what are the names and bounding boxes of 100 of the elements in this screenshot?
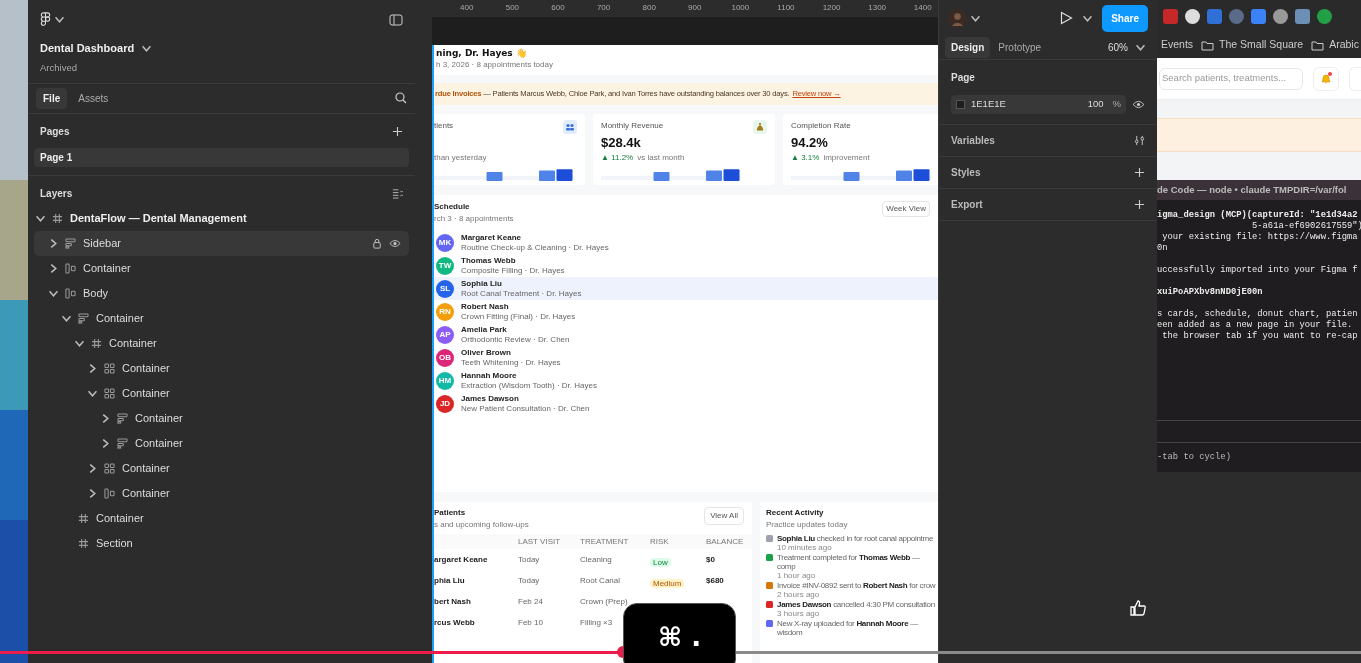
stat-note: improvement <box>823 152 870 164</box>
chevron-icon[interactable] <box>62 313 71 323</box>
like-button[interactable] <box>1127 597 1149 619</box>
panel-tab[interactable]: Assets <box>71 87 116 109</box>
chevron-icon[interactable] <box>88 463 97 473</box>
appointment-row[interactable]: RN Robert Nash Crown Fitting (Final) · Dr. Hayes <box>434 300 938 323</box>
chevron-icon[interactable] <box>49 263 58 273</box>
color-swatch[interactable] <box>956 100 965 109</box>
chevron-icon[interactable] <box>36 213 45 223</box>
chevron-icon[interactable] <box>1083 13 1093 23</box>
appointment-detail: Teeth Whitening · Dr. Hayes <box>461 357 561 368</box>
eye-icon[interactable] <box>1132 100 1145 109</box>
file-title[interactable]: Dental Dashboard <box>40 40 135 57</box>
logo-icon[interactable] <box>40 12 51 27</box>
ruler-label: 900 <box>687 2 703 14</box>
thumbs-up-icon <box>1129 599 1147 617</box>
layer-row[interactable]: Section <box>34 530 409 556</box>
chevron-icon[interactable] <box>49 288 58 298</box>
chevron-icon[interactable] <box>55 15 64 24</box>
search-icon[interactable] <box>395 92 407 105</box>
activity-time: 1 hour ago <box>777 571 817 580</box>
chevron-icon[interactable] <box>142 43 152 53</box>
plus-icon[interactable] <box>392 125 403 137</box>
layer-row[interactable]: Container <box>34 430 409 456</box>
fill-field[interactable]: 1E1E1E 100 % <box>951 95 1126 114</box>
layer-row[interactable]: Sidebar <box>34 230 409 256</box>
patient-avatar: JD <box>436 394 454 413</box>
lock-icon[interactable] <box>372 237 382 249</box>
patient-avatar: MK <box>436 233 454 252</box>
appointment-row[interactable]: SL Sophia Liu Root Canal Treatment · Dr. Hayes <box>434 277 938 300</box>
layer-row[interactable]: Container <box>34 480 409 506</box>
chevron-icon[interactable] <box>88 388 97 398</box>
variables-icon[interactable] <box>1134 135 1145 146</box>
bookmark[interactable]: The Small Square <box>1219 37 1304 53</box>
extension-icon[interactable] <box>1273 8 1288 24</box>
extension-icon[interactable] <box>1295 8 1310 24</box>
ruler-label: 1300 <box>867 2 888 14</box>
appointment-row[interactable]: OB Oliver Brown Teeth Whitening · Dr. Hayes <box>434 346 938 369</box>
patient-avatar: HM <box>436 371 454 390</box>
bookmark[interactable]: Arabic <box>1329 37 1359 53</box>
appointment-row[interactable]: TW Thomas Webb Composite Filling · Dr. Hayes <box>434 254 938 277</box>
collapse-layers-icon[interactable] <box>392 187 403 199</box>
frame-icon <box>91 337 102 349</box>
layer-row[interactable]: Container <box>34 330 409 356</box>
chevron-icon[interactable] <box>101 413 110 423</box>
layer-row[interactable]: Container <box>34 380 409 406</box>
patient-name: Hannah Moore <box>461 370 518 381</box>
page-item[interactable]: Page 1 <box>34 147 409 167</box>
table-cell-text: Root Canal <box>580 574 622 587</box>
panel-tab[interactable]: File <box>36 87 68 109</box>
opacity-unit: % <box>1112 97 1121 112</box>
plus-icon[interactable] <box>1134 167 1145 178</box>
extension-icon[interactable] <box>1317 8 1332 24</box>
week-view-button[interactable]: Week View <box>882 201 930 217</box>
folder-icon <box>1201 39 1215 51</box>
chevron-icon[interactable] <box>49 238 58 248</box>
stat-value: $28.4k <box>601 136 642 150</box>
table-cell-text: argaret Keane <box>434 553 489 566</box>
appointment-row[interactable]: JD James Dawson New Patient Consultation · Dr. Chen <box>434 392 938 415</box>
layer-row[interactable]: Body <box>34 280 409 306</box>
chevron-icon[interactable] <box>971 13 980 23</box>
column-header: TREATMENT <box>580 535 630 548</box>
layer-row[interactable]: DentaFlow — Dental Management <box>34 205 409 231</box>
chevron-icon[interactable] <box>88 363 97 373</box>
chevron-icon[interactable] <box>75 338 84 348</box>
layer-row[interactable]: Container <box>34 455 409 481</box>
extension-icon[interactable] <box>1185 8 1200 24</box>
panel-tab[interactable]: Prototype <box>992 37 1048 58</box>
eye-icon[interactable] <box>389 238 401 248</box>
sidebar-toggle-icon[interactable] <box>389 13 403 26</box>
search-field[interactable]: Search patients, treatments... <box>1159 67 1303 90</box>
chevron-icon[interactable] <box>1136 43 1145 52</box>
layer-row[interactable]: Container <box>34 405 409 431</box>
ruler-label: 800 <box>641 2 657 14</box>
layer-row[interactable]: Container <box>34 255 409 281</box>
view-all-button[interactable]: View All <box>704 507 744 525</box>
table-cell-text: rcus Webb <box>434 616 476 629</box>
folder-icon <box>1311 39 1325 51</box>
patients-title: Patients <box>434 507 467 519</box>
stat-label: Completion Rate <box>791 120 851 132</box>
appointment-row[interactable]: HM Hannah Moore Extraction (Wisdom Tooth) · Dr. Hayes <box>434 369 938 392</box>
bookmark[interactable]: Events <box>1161 37 1194 53</box>
pages-heading: Pages <box>40 124 70 139</box>
activity-text: James Dawson cancelled 4:30 PM consultation <box>777 600 935 609</box>
chevron-icon[interactable] <box>88 488 97 498</box>
zoom-level[interactable]: 60% <box>1108 40 1128 55</box>
chevron-icon[interactable] <box>101 438 110 448</box>
panel-tab[interactable]: Design <box>945 37 991 58</box>
appointment-row[interactable]: MK Margaret Keane Routine Check-up & Cleaning · Dr. Hayes <box>434 231 938 254</box>
file-status: Archived <box>40 60 78 75</box>
grid-icon <box>104 387 115 399</box>
video-progress-track[interactable] <box>0 650 1361 654</box>
risk-tag: Low <box>650 557 671 567</box>
layer-row[interactable]: Container <box>34 505 409 531</box>
plus-icon[interactable] <box>1134 199 1145 210</box>
appointment-row[interactable]: AP Amelia Park Orthodontic Review · Dr. Chen <box>434 323 938 346</box>
layer-row[interactable]: Container <box>34 355 409 381</box>
appointment-detail: Extraction (Wisdom Tooth) · Dr. Hayes <box>461 380 597 391</box>
layer-row[interactable]: Container <box>34 305 409 331</box>
play-icon[interactable] <box>1060 11 1074 25</box>
